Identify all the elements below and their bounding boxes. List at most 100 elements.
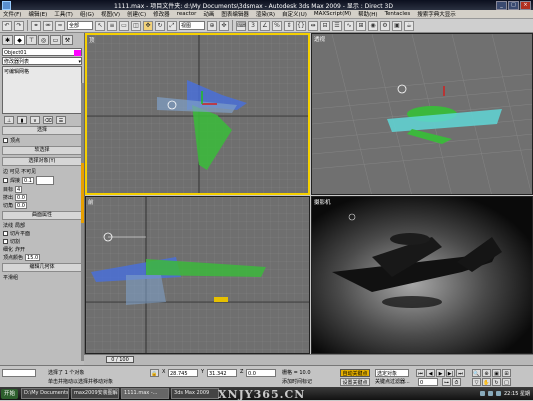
- rect-selection-icon[interactable]: ▭: [119, 20, 129, 31]
- bind-spacewarp-icon[interactable]: ≈: [55, 20, 65, 31]
- viewport-top[interactable]: 顶: [85, 33, 310, 195]
- zoom-all-icon[interactable]: ⊕: [482, 369, 491, 377]
- menu-search[interactable]: 搜索字典大显示: [417, 10, 456, 18]
- menu-graph-editors[interactable]: 图表编辑器: [221, 10, 249, 18]
- motion-tab-icon[interactable]: ◎: [38, 35, 49, 45]
- value-spinner[interactable]: 15.0: [25, 254, 41, 261]
- zoom-extents-all-icon[interactable]: ⊞: [502, 369, 511, 377]
- next-frame-icon[interactable]: ▶|: [446, 369, 455, 377]
- maximize-button[interactable]: □: [508, 0, 519, 10]
- schematic-view-icon[interactable]: ⊞: [356, 20, 366, 31]
- select-object-icon[interactable]: ↖: [95, 20, 105, 31]
- named-selection-icon[interactable]: {}: [296, 20, 306, 31]
- orbit-icon[interactable]: ↻: [492, 378, 501, 386]
- select-manipulate-icon[interactable]: ✜: [219, 20, 229, 31]
- maxscript-listener[interactable]: [2, 369, 36, 377]
- play-icon[interactable]: ▶: [436, 369, 445, 377]
- x-coordinate-field[interactable]: 28.745: [168, 369, 198, 377]
- select-by-name-icon[interactable]: ≡: [107, 20, 117, 31]
- selection-filter-combo[interactable]: 全部: [67, 21, 93, 30]
- field-of-view-icon[interactable]: ▽: [472, 378, 481, 386]
- viewport-camera[interactable]: 摄影机: [311, 196, 533, 354]
- start-button[interactable]: 开始: [1, 388, 19, 399]
- snap-toggle-icon[interactable]: 3: [248, 20, 258, 31]
- taskbar-item[interactable]: D:\My Documents\My...: [21, 388, 70, 399]
- rendered-frame-icon[interactable]: ▣: [392, 20, 402, 31]
- keyboard-shortcut-icon[interactable]: ⌨: [236, 20, 246, 31]
- redo-icon[interactable]: ↷: [14, 20, 24, 31]
- select-rotate-icon[interactable]: ↻: [155, 20, 165, 31]
- prev-frame-icon[interactable]: ◀: [426, 369, 435, 377]
- zoom-extents-icon[interactable]: ▣: [492, 369, 501, 377]
- viewport-perspective[interactable]: 透视: [311, 33, 533, 195]
- lock-selection-icon[interactable]: 🔒: [150, 369, 159, 377]
- selection-set-dropdown[interactable]: 选定对象: [375, 369, 409, 377]
- network-icon[interactable]: [480, 391, 485, 396]
- menu-reactor[interactable]: reactor: [177, 11, 197, 17]
- add-time-tag[interactable]: 添加时间标记: [282, 378, 312, 385]
- close-button[interactable]: ×: [520, 0, 531, 10]
- hierarchy-tab-icon[interactable]: ⊤: [26, 35, 37, 45]
- clock[interactable]: 22:15 星期: [504, 390, 530, 397]
- viewport-front[interactable]: 前: [85, 196, 310, 354]
- goto-end-icon[interactable]: ⏭: [456, 369, 465, 377]
- mirror-icon[interactable]: ⇹: [308, 20, 318, 31]
- angle-snap-icon[interactable]: ∠: [260, 20, 270, 31]
- volume-icon[interactable]: [488, 391, 493, 396]
- menu-views[interactable]: 视图(V): [101, 10, 120, 18]
- cut-checkbox[interactable]: [3, 239, 8, 244]
- menu-maxscript[interactable]: MAXScript(M): [314, 11, 351, 17]
- menu-create[interactable]: 创建(C): [127, 10, 146, 18]
- auto-key-button[interactable]: 自动关键点: [340, 369, 370, 377]
- weld-spinner[interactable]: 0.1: [22, 177, 34, 184]
- undo-icon[interactable]: ↶: [2, 20, 12, 31]
- viewport-label[interactable]: 透视: [314, 35, 325, 43]
- configure-sets-icon[interactable]: ☰: [56, 116, 66, 124]
- weld-checkbox[interactable]: [3, 178, 8, 183]
- viewport-label[interactable]: 顶: [89, 36, 95, 44]
- vertex-checkbox[interactable]: [3, 138, 8, 143]
- time-slider[interactable]: 0 / 100: [84, 354, 533, 365]
- stack-item[interactable]: 可编辑网格: [4, 68, 80, 75]
- viewport-label[interactable]: 前: [88, 198, 94, 206]
- y-coordinate-field[interactable]: 31.342: [207, 369, 237, 377]
- target-spinner[interactable]: 4: [15, 186, 23, 193]
- menu-rendering[interactable]: 渲染(R): [256, 10, 275, 18]
- ime-icon[interactable]: [496, 391, 501, 396]
- key-mode-icon[interactable]: ⊶: [442, 378, 451, 386]
- rollout-selection[interactable]: 选择: [2, 126, 82, 135]
- menu-tentacles[interactable]: Tentacles: [385, 11, 411, 17]
- command-panel-scroll-thumb[interactable]: [81, 163, 84, 223]
- window-crossing-icon[interactable]: ◫: [131, 20, 141, 31]
- set-key-button[interactable]: 设置关键点: [340, 378, 370, 386]
- render-setup-icon[interactable]: ⚙: [380, 20, 390, 31]
- viewport-label[interactable]: 摄影机: [314, 198, 331, 206]
- rollout-surface-properties[interactable]: 曲面属性: [2, 211, 82, 220]
- menu-file[interactable]: 文件(F): [3, 10, 21, 18]
- key-filters-button[interactable]: 关键点过滤器...: [375, 378, 410, 385]
- align-icon[interactable]: ⊟: [320, 20, 330, 31]
- ref-coord-combo[interactable]: 视图: [179, 21, 205, 30]
- unlink-icon[interactable]: ⚮: [43, 20, 53, 31]
- utilities-tab-icon[interactable]: ⚒: [62, 35, 73, 45]
- quick-render-icon[interactable]: ☕: [404, 20, 414, 31]
- menu-animation[interactable]: 动画: [203, 10, 214, 18]
- percent-snap-icon[interactable]: %: [272, 20, 282, 31]
- material-editor-icon[interactable]: ◉: [368, 20, 378, 31]
- maximize-viewport-icon[interactable]: □: [502, 378, 511, 386]
- menu-help[interactable]: 帮助(H): [358, 10, 377, 18]
- current-frame-field[interactable]: 0: [418, 378, 438, 386]
- object-name-field[interactable]: Object01: [2, 48, 82, 56]
- app-icon[interactable]: [2, 0, 11, 10]
- z-coordinate-field[interactable]: 0.0: [246, 369, 276, 377]
- taskbar-item[interactable]: 3ds Max 2009: [171, 388, 220, 399]
- select-move-icon[interactable]: ✥: [143, 20, 153, 31]
- modifier-list-dropdown[interactable]: 修改器列表 ▾: [2, 57, 82, 65]
- display-tab-icon[interactable]: ▭: [50, 35, 61, 45]
- menu-tools[interactable]: 工具(T): [54, 10, 73, 18]
- taskbar-item[interactable]: 1111.max -...: [121, 388, 170, 399]
- modifier-stack[interactable]: 可编辑网格: [2, 66, 82, 114]
- link-icon[interactable]: ⚭: [31, 20, 41, 31]
- remove-modifier-icon[interactable]: ⌫: [43, 116, 53, 124]
- rollout-select-object[interactable]: 选择对象(Y): [2, 157, 82, 166]
